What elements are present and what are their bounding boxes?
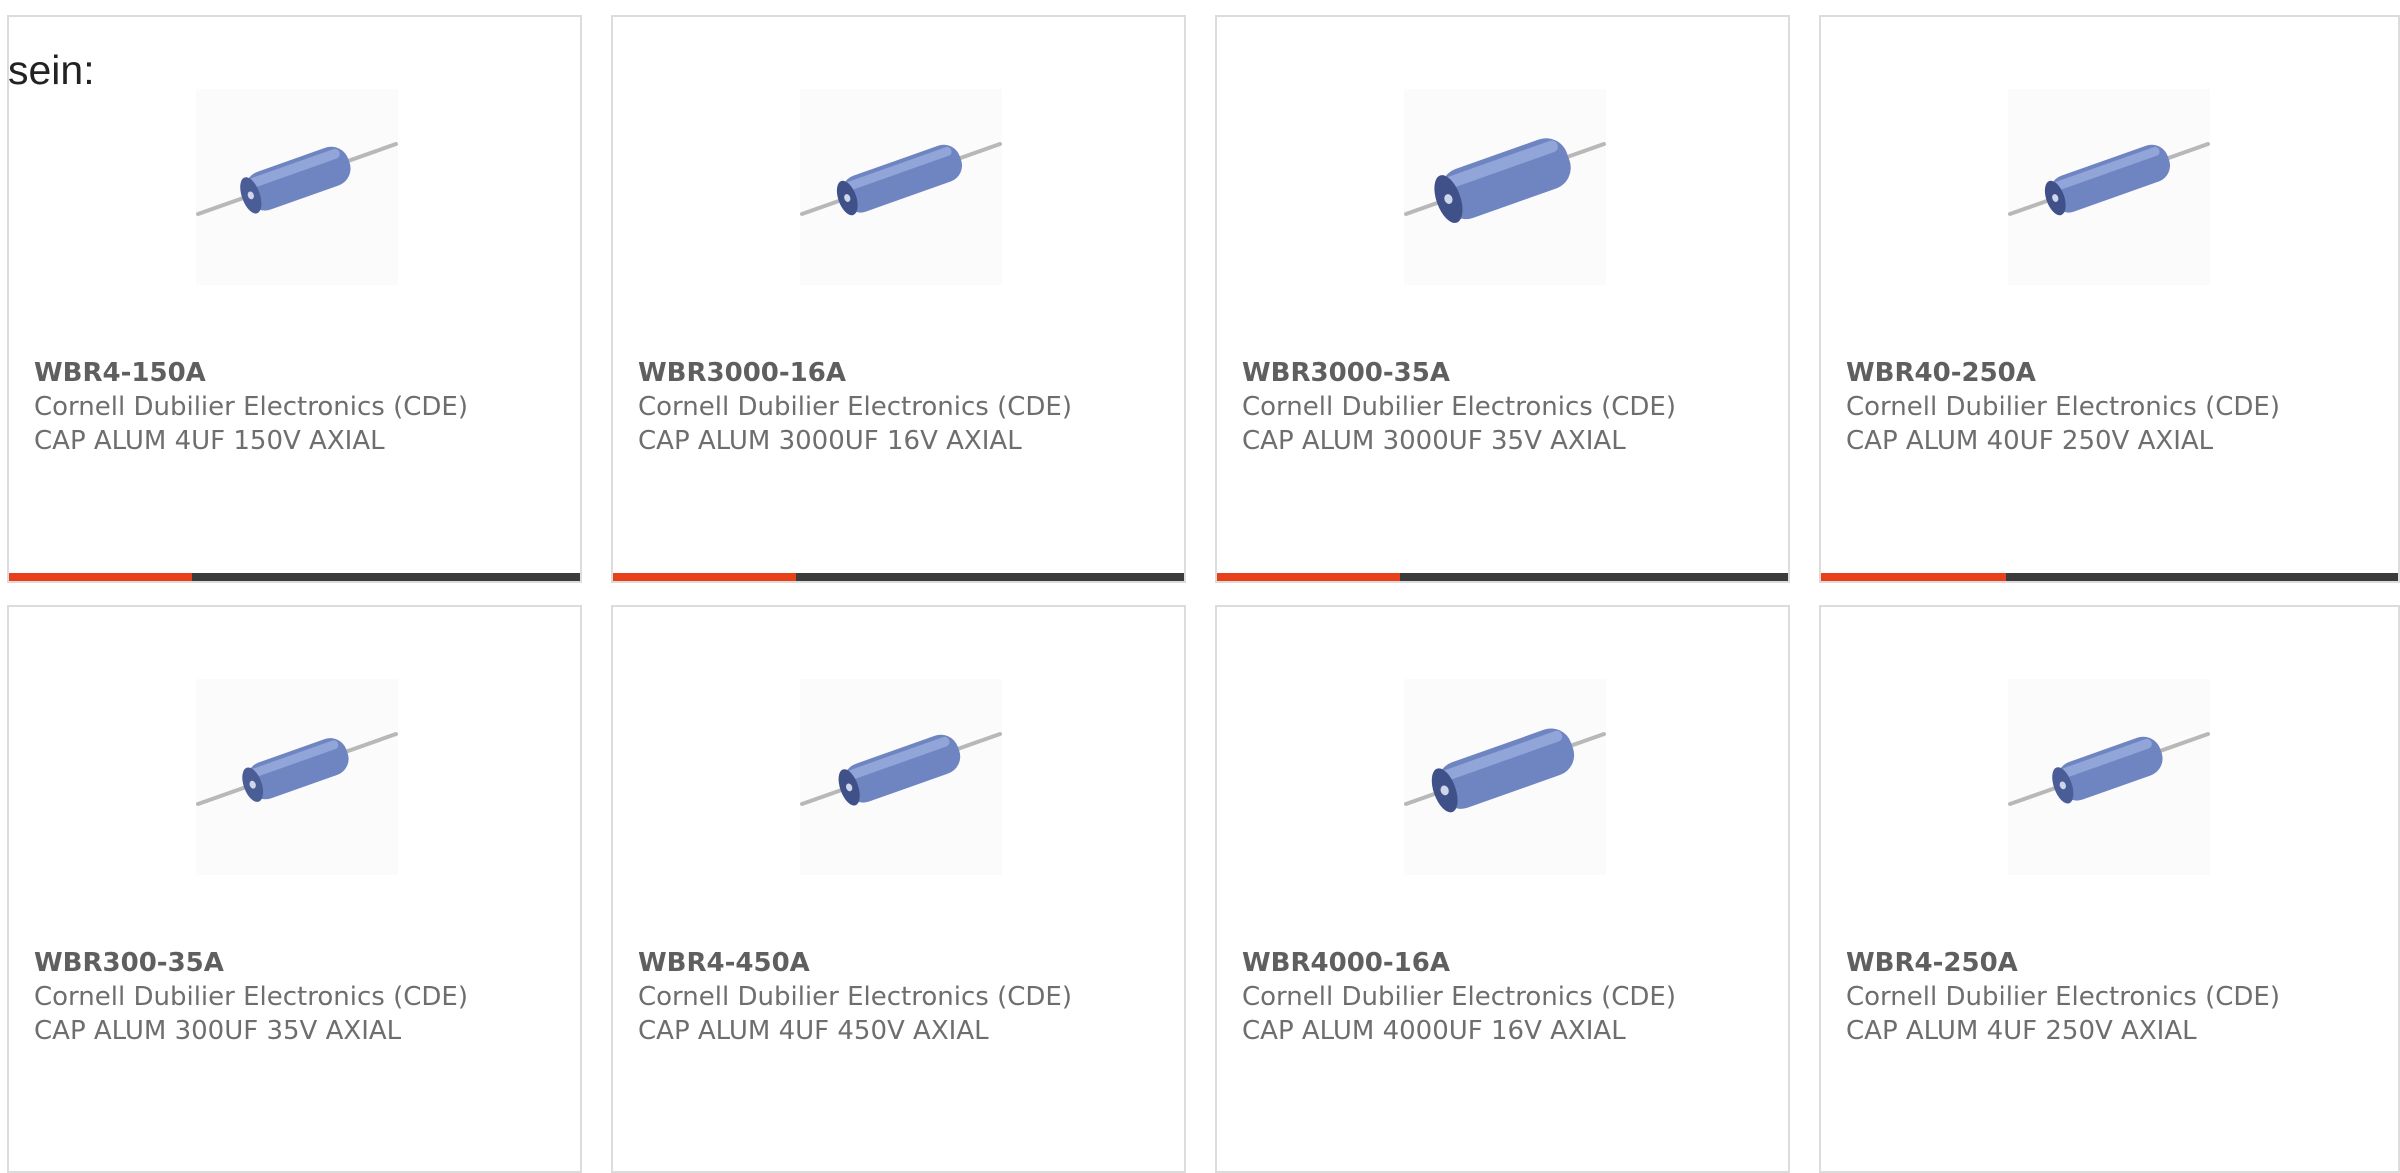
progress-fill (1821, 573, 2006, 581)
description-text: CAP ALUM 3000UF 16V AXIAL (638, 426, 1022, 456)
progress-fill (613, 573, 796, 581)
manufacturer-text: Cornell Dubilier Electronics (CDE) (638, 982, 1072, 1012)
part-number-link[interactable]: WBR4-150A (34, 356, 572, 390)
product-image[interactable] (2008, 89, 2210, 285)
description-text: CAP ALUM 40UF 250V AXIAL (1846, 426, 2214, 456)
part-number-link[interactable]: WBR4-450A (638, 946, 1176, 980)
axial-capacitor-icon (800, 89, 1002, 285)
progress-fill (1217, 573, 1400, 581)
intro-text: sein: (8, 47, 95, 93)
product-card[interactable]: WBR40-250A Cornell Dubilier Electronics … (1819, 15, 2400, 583)
product-card[interactable]: WBR4-450A Cornell Dubilier Electronics (… (611, 605, 1186, 1173)
description-text: CAP ALUM 4000UF 16V AXIAL (1242, 1016, 1626, 1046)
axial-capacitor-icon (196, 679, 398, 875)
manufacturer-text: Cornell Dubilier Electronics (CDE) (1846, 982, 2280, 1012)
axial-capacitor-icon (196, 89, 398, 285)
manufacturer-text: Cornell Dubilier Electronics (CDE) (1846, 392, 2280, 422)
card-progress-bar (1217, 573, 1788, 581)
product-image[interactable] (2008, 679, 2210, 875)
part-number-link[interactable]: WBR300-35A (34, 946, 572, 980)
product-grid: WBR4-150A Cornell Dubilier Electronics (… (7, 15, 2400, 1173)
manufacturer-text: Cornell Dubilier Electronics (CDE) (638, 392, 1072, 422)
progress-fill (9, 573, 192, 581)
description-text: CAP ALUM 4UF 450V AXIAL (638, 1016, 989, 1046)
product-card[interactable]: WBR4-250A Cornell Dubilier Electronics (… (1819, 605, 2400, 1173)
description-text: CAP ALUM 4UF 150V AXIAL (34, 426, 385, 456)
description-text: CAP ALUM 4UF 250V AXIAL (1846, 1016, 2197, 1046)
product-image[interactable] (196, 89, 398, 285)
manufacturer-text: Cornell Dubilier Electronics (CDE) (34, 982, 468, 1012)
axial-capacitor-icon (1404, 679, 1606, 875)
part-number-link[interactable]: WBR4000-16A (1242, 946, 1780, 980)
product-card[interactable]: WBR4000-16A Cornell Dubilier Electronics… (1215, 605, 1790, 1173)
part-number-link[interactable]: WBR3000-16A (638, 356, 1176, 390)
card-progress-bar (613, 573, 1184, 581)
manufacturer-text: Cornell Dubilier Electronics (CDE) (1242, 392, 1676, 422)
part-number-link[interactable]: WBR4-250A (1846, 946, 2390, 980)
manufacturer-text: Cornell Dubilier Electronics (CDE) (1242, 982, 1676, 1012)
card-progress-bar (9, 573, 580, 581)
description-text: CAP ALUM 3000UF 35V AXIAL (1242, 426, 1626, 456)
product-image[interactable] (196, 679, 398, 875)
manufacturer-text: Cornell Dubilier Electronics (CDE) (34, 392, 468, 422)
card-progress-bar (1821, 573, 2398, 581)
axial-capacitor-icon (800, 679, 1002, 875)
axial-capacitor-icon (1404, 89, 1606, 285)
product-card[interactable]: WBR300-35A Cornell Dubilier Electronics … (7, 605, 582, 1173)
axial-capacitor-icon (2008, 679, 2210, 875)
axial-capacitor-icon (2008, 89, 2210, 285)
product-image[interactable] (1404, 679, 1606, 875)
product-image[interactable] (1404, 89, 1606, 285)
product-image[interactable] (800, 679, 1002, 875)
description-text: CAP ALUM 300UF 35V AXIAL (34, 1016, 402, 1046)
product-card[interactable]: WBR3000-16A Cornell Dubilier Electronics… (611, 15, 1186, 583)
part-number-link[interactable]: WBR40-250A (1846, 356, 2390, 390)
product-card[interactable]: WBR3000-35A Cornell Dubilier Electronics… (1215, 15, 1790, 583)
product-card[interactable]: WBR4-150A Cornell Dubilier Electronics (… (7, 15, 582, 583)
product-image[interactable] (800, 89, 1002, 285)
part-number-link[interactable]: WBR3000-35A (1242, 356, 1780, 390)
